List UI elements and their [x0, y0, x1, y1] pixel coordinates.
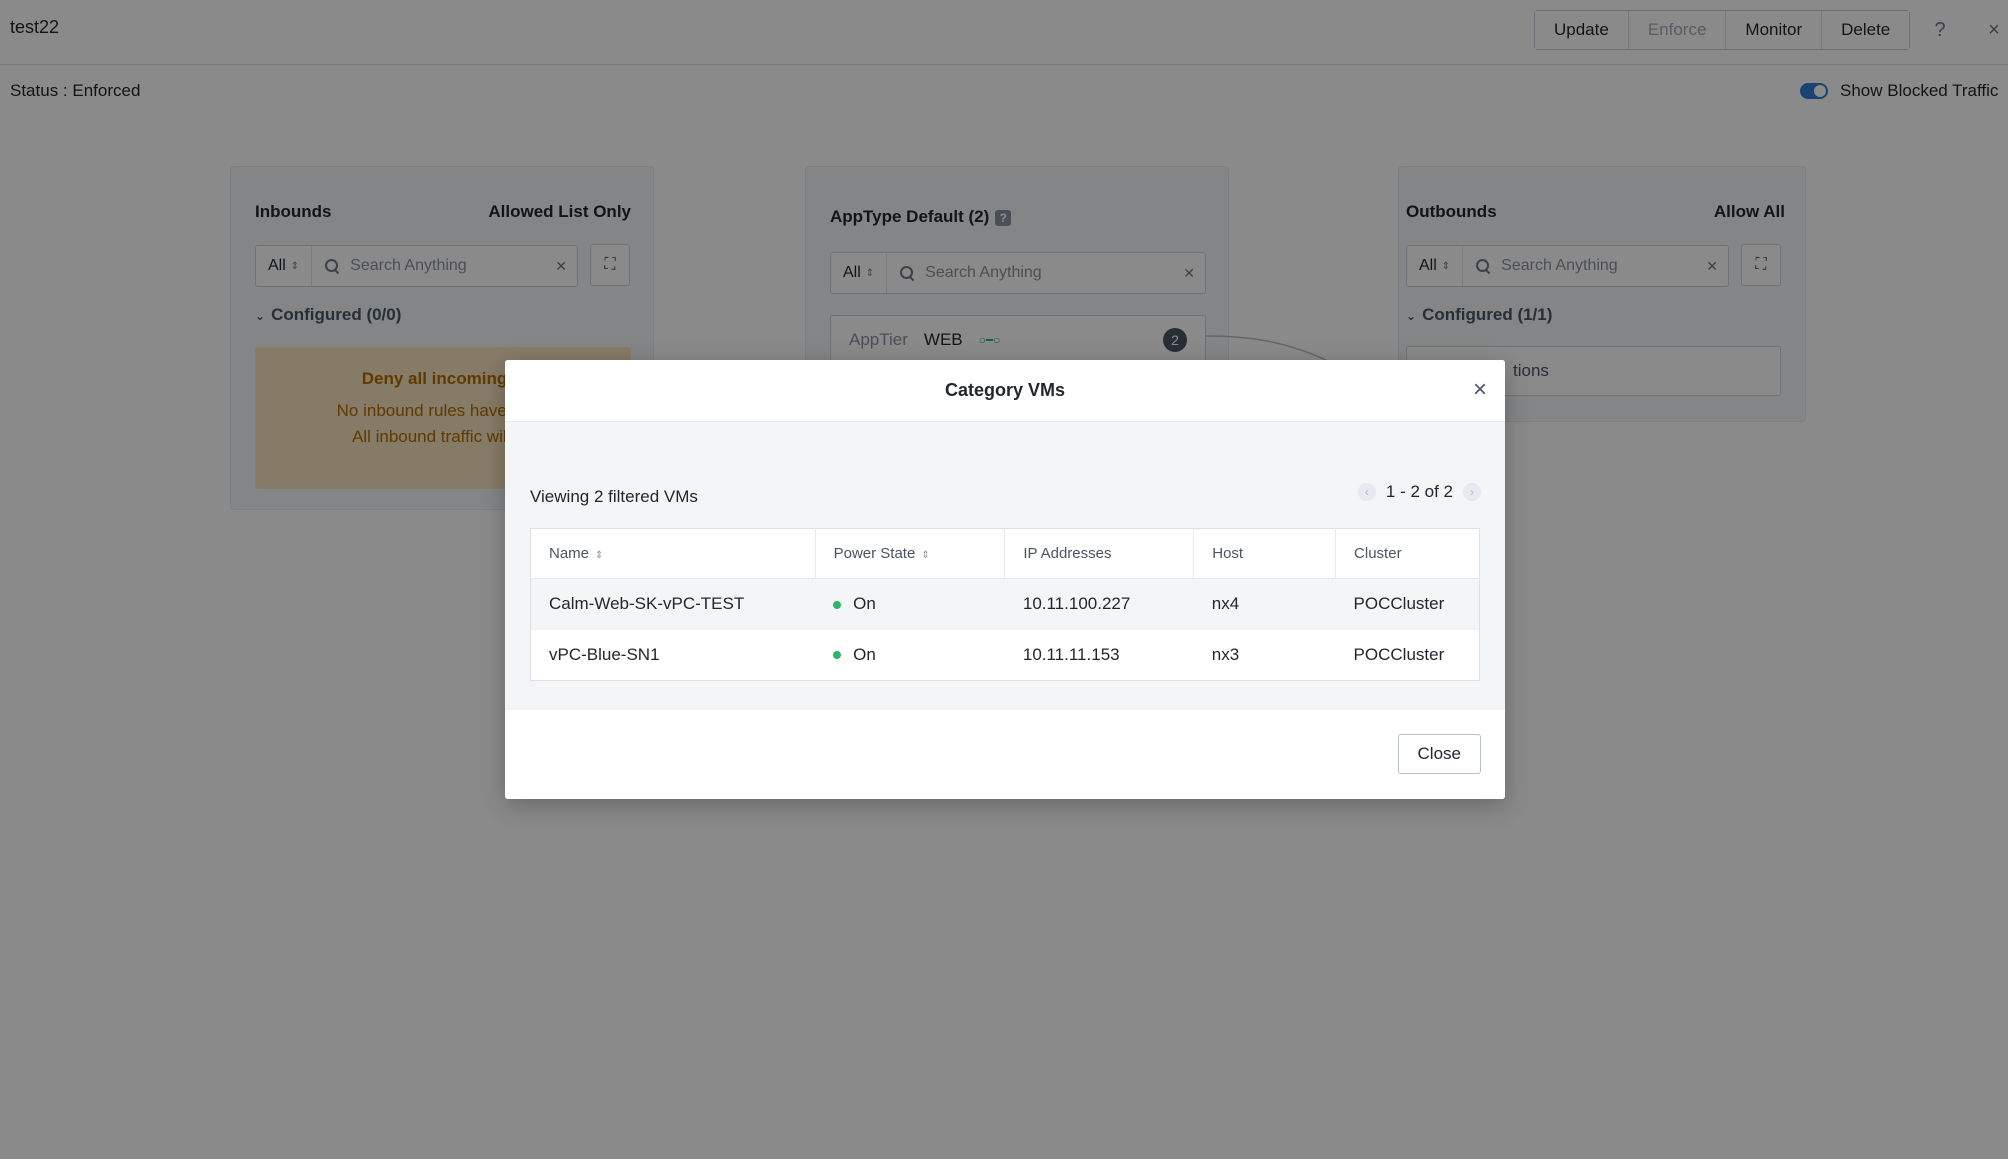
sort-icon: ⇕	[595, 550, 604, 561]
table-row[interactable]: Calm-Web-SK-vPC-TEST On 10.11.100.227 nx…	[530, 578, 1480, 630]
vm-table: Name ⇕ Power State ⇕ IP Addresses Host Clu…	[530, 528, 1480, 681]
modal-footer: Close	[505, 710, 1505, 799]
sort-icon: ⇕	[921, 550, 930, 561]
col-name[interactable]: Name ⇕	[530, 528, 816, 579]
pagination: ‹ 1 - 2 of 2 ›	[1357, 482, 1481, 502]
vm-name: Calm-Web-SK-vPC-TEST	[530, 578, 816, 630]
vm-host: nx3	[1193, 629, 1336, 681]
vm-power: On	[815, 578, 1005, 630]
vm-cluster: POCCluster	[1335, 629, 1480, 681]
col-power-label: Power State	[833, 545, 916, 562]
vm-name: vPC-Blue-SN1	[530, 629, 816, 681]
modal-header: Category VMs ×	[505, 360, 1505, 422]
status-dot-icon	[833, 651, 842, 660]
col-name-label: Name	[549, 545, 590, 562]
vm-host: nx4	[1193, 578, 1336, 630]
close-button[interactable]: Close	[1397, 734, 1481, 774]
close-icon[interactable]: ×	[1473, 376, 1487, 404]
power-state: On	[853, 594, 876, 614]
viewing-count: Viewing 2 filtered VMs	[530, 487, 698, 506]
power-state: On	[853, 644, 876, 664]
vm-ip: 10.11.11.153	[1004, 629, 1194, 681]
col-host: Host	[1193, 528, 1337, 579]
status-dot-icon	[833, 600, 842, 609]
col-ip: IP Addresses	[1004, 528, 1195, 579]
vm-ip: 10.11.100.227	[1004, 578, 1194, 630]
next-page-icon[interactable]: ›	[1463, 483, 1481, 501]
modal-title: Category VMs	[944, 380, 1066, 400]
category-vms-modal: Category VMs × Viewing 2 filtered VMs ‹ …	[505, 360, 1505, 799]
col-power-state[interactable]: Power State ⇕	[815, 528, 1006, 579]
table-row[interactable]: vPC-Blue-SN1 On 10.11.11.153 nx3 POCClus…	[530, 629, 1480, 681]
page-range: 1 - 2 of 2	[1385, 482, 1453, 501]
vm-power: On	[815, 629, 1005, 681]
table-header-row: Name ⇕ Power State ⇕ IP Addresses Host Clu…	[530, 528, 1480, 579]
vm-cluster: POCCluster	[1335, 578, 1480, 630]
col-cluster: Cluster	[1335, 528, 1480, 579]
prev-page-icon[interactable]: ‹	[1357, 483, 1376, 501]
